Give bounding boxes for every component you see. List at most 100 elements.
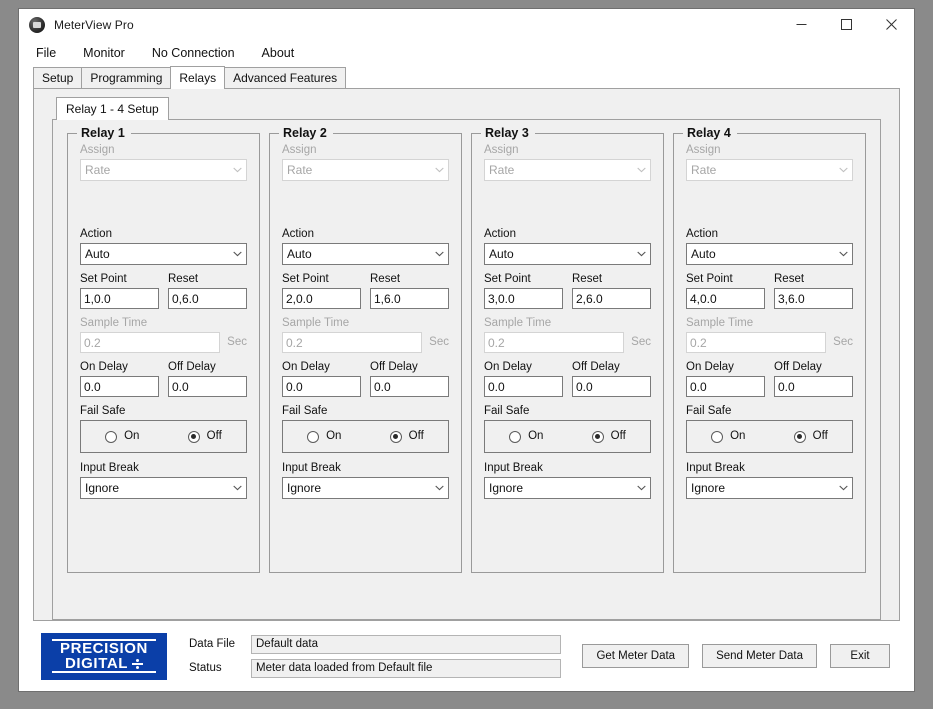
on-delay-input-2[interactable]: 0.0 (282, 376, 361, 397)
relay-group-4: Relay 4 Assign Rate Action Auto Set Poin… (673, 126, 866, 573)
on-delay-input-1[interactable]: 0.0 (80, 376, 159, 397)
logo-bottom-rule (52, 671, 156, 673)
action-label-1: Action (80, 228, 112, 240)
logo-line-1: PRECISION (60, 640, 148, 657)
action-value-1: Auto (85, 247, 110, 261)
maximize-icon[interactable] (824, 9, 869, 40)
fail-safe-label-4: Fail Safe (686, 405, 732, 417)
fail-safe-on-option-1[interactable]: On (81, 430, 164, 443)
application-window: MeterView Pro File Monitor No Connection… (18, 8, 915, 692)
relay-1-title: Relay 1 (77, 126, 131, 140)
fail-safe-off-option-4[interactable]: Off (770, 430, 853, 443)
fail-safe-label-2: Fail Safe (282, 405, 328, 417)
relay-group-1: Relay 1 Assign Rate Action Auto Set Poin… (67, 126, 260, 573)
tab-programming[interactable]: Programming (81, 67, 172, 88)
set-point-input-1[interactable]: 1,0.0 (80, 288, 159, 309)
relay-4-title: Relay 4 (683, 126, 737, 140)
off-delay-input-3[interactable]: 0.0 (572, 376, 651, 397)
on-delay-input-3[interactable]: 0.0 (484, 376, 563, 397)
reset-input-4[interactable]: 3,6.0 (774, 288, 853, 309)
action-select-4[interactable]: Auto (686, 243, 853, 265)
fail-safe-on-option-2[interactable]: On (283, 430, 366, 443)
exit-button[interactable]: Exit (830, 644, 890, 668)
input-break-select-2[interactable]: Ignore (282, 477, 449, 499)
chevron-down-icon (229, 251, 246, 257)
off-delay-label-4: Off Delay (774, 361, 822, 373)
radio-selected-icon (187, 430, 200, 443)
reset-label-3: Reset (572, 273, 603, 285)
reset-label-4: Reset (774, 273, 805, 285)
close-icon[interactable] (869, 9, 914, 40)
assign-select-2: Rate (282, 159, 449, 181)
input-break-select-4[interactable]: Ignore (686, 477, 853, 499)
assign-label-3: Assign (484, 144, 519, 156)
window-controls (779, 9, 914, 40)
action-select-2[interactable]: Auto (282, 243, 449, 265)
fail-safe-off-option-3[interactable]: Off (568, 430, 651, 443)
set-point-label-1: Set Point (80, 273, 127, 285)
app-circle-icon (29, 16, 45, 33)
reset-input-2[interactable]: 1,6.0 (370, 288, 449, 309)
radio-icon (711, 430, 724, 443)
menu-item-no-connection[interactable]: No Connection (151, 44, 236, 62)
action-select-1[interactable]: Auto (80, 243, 247, 265)
on-delay-input-4[interactable]: 0.0 (686, 376, 765, 397)
input-break-select-1[interactable]: Ignore (80, 477, 247, 499)
chevron-down-icon (835, 485, 852, 491)
footer-bar: PRECISION DIGITAL Data File Default data… (19, 621, 914, 691)
sample-time-label-2: Sample Time (282, 317, 350, 329)
chevron-down-icon (229, 485, 246, 491)
radio-selected-icon (793, 430, 806, 443)
relays-tab-panel: Relay 1 - 4 Setup Relay 1 Assign Rate Ac… (33, 88, 900, 621)
set-point-input-4[interactable]: 4,0.0 (686, 288, 765, 309)
on-delay-label-1: On Delay (80, 361, 128, 373)
reset-input-1[interactable]: 0,6.0 (168, 288, 247, 309)
fail-safe-off-label-1: Off (206, 430, 222, 442)
fail-safe-on-option-4[interactable]: On (687, 430, 770, 443)
input-break-label-3: Input Break (484, 462, 543, 474)
set-point-input-2[interactable]: 2,0.0 (282, 288, 361, 309)
relay-2-title: Relay 2 (279, 126, 333, 140)
radio-selected-icon (591, 430, 604, 443)
radio-icon (509, 430, 522, 443)
sample-time-input-1: 0.2 (80, 332, 221, 353)
data-file-value: Default data (251, 634, 561, 654)
send-meter-data-button[interactable]: Send Meter Data (702, 644, 817, 668)
footer-buttons: Get Meter Data Send Meter Data Exit (582, 644, 900, 668)
logo-line-2-row: DIGITAL (65, 656, 144, 671)
off-delay-input-2[interactable]: 0.0 (370, 376, 449, 397)
fail-safe-on-label-3: On (528, 430, 544, 442)
sample-time-label-4: Sample Time (686, 317, 754, 329)
set-point-input-3[interactable]: 3,0.0 (484, 288, 563, 309)
menu-item-about[interactable]: About (261, 44, 296, 62)
off-delay-input-1[interactable]: 0.0 (168, 376, 247, 397)
input-break-select-3[interactable]: Ignore (484, 477, 651, 499)
chevron-down-icon (633, 251, 650, 257)
fail-safe-label-3: Fail Safe (484, 405, 530, 417)
tab-relays[interactable]: Relays (170, 66, 226, 89)
input-break-value-2: Ignore (287, 481, 322, 495)
tab-setup[interactable]: Setup (33, 67, 83, 88)
off-delay-input-4[interactable]: 0.0 (774, 376, 853, 397)
fail-safe-on-option-3[interactable]: On (485, 430, 568, 443)
sample-time-input-2: 0.2 (282, 332, 423, 353)
sec-label-4: Sec (833, 336, 853, 348)
status-value: Meter data loaded from Default file (251, 658, 561, 678)
assign-label-2: Assign (282, 144, 317, 156)
status-area: Data File Default data Status Meter data… (189, 634, 561, 678)
tab-advanced-features[interactable]: Advanced Features (224, 67, 347, 88)
reset-input-3[interactable]: 2,6.0 (572, 288, 651, 309)
action-label-2: Action (282, 228, 314, 240)
fail-safe-group-2: On Off (282, 420, 449, 453)
minimize-icon[interactable] (779, 9, 824, 40)
get-meter-data-button[interactable]: Get Meter Data (582, 644, 690, 668)
fail-safe-off-option-2[interactable]: Off (366, 430, 449, 443)
inner-tab-relay-1-4-setup[interactable]: Relay 1 - 4 Setup (56, 97, 169, 120)
relay-group-3: Relay 3 Assign Rate Action Auto Set Poin… (471, 126, 664, 573)
menu-item-file[interactable]: File (35, 44, 57, 62)
sample-time-label-3: Sample Time (484, 317, 552, 329)
inner-tab-strip: Relay 1 - 4 Setup (34, 89, 899, 120)
fail-safe-off-option-1[interactable]: Off (164, 430, 247, 443)
action-select-3[interactable]: Auto (484, 243, 651, 265)
menu-item-monitor[interactable]: Monitor (82, 44, 126, 62)
